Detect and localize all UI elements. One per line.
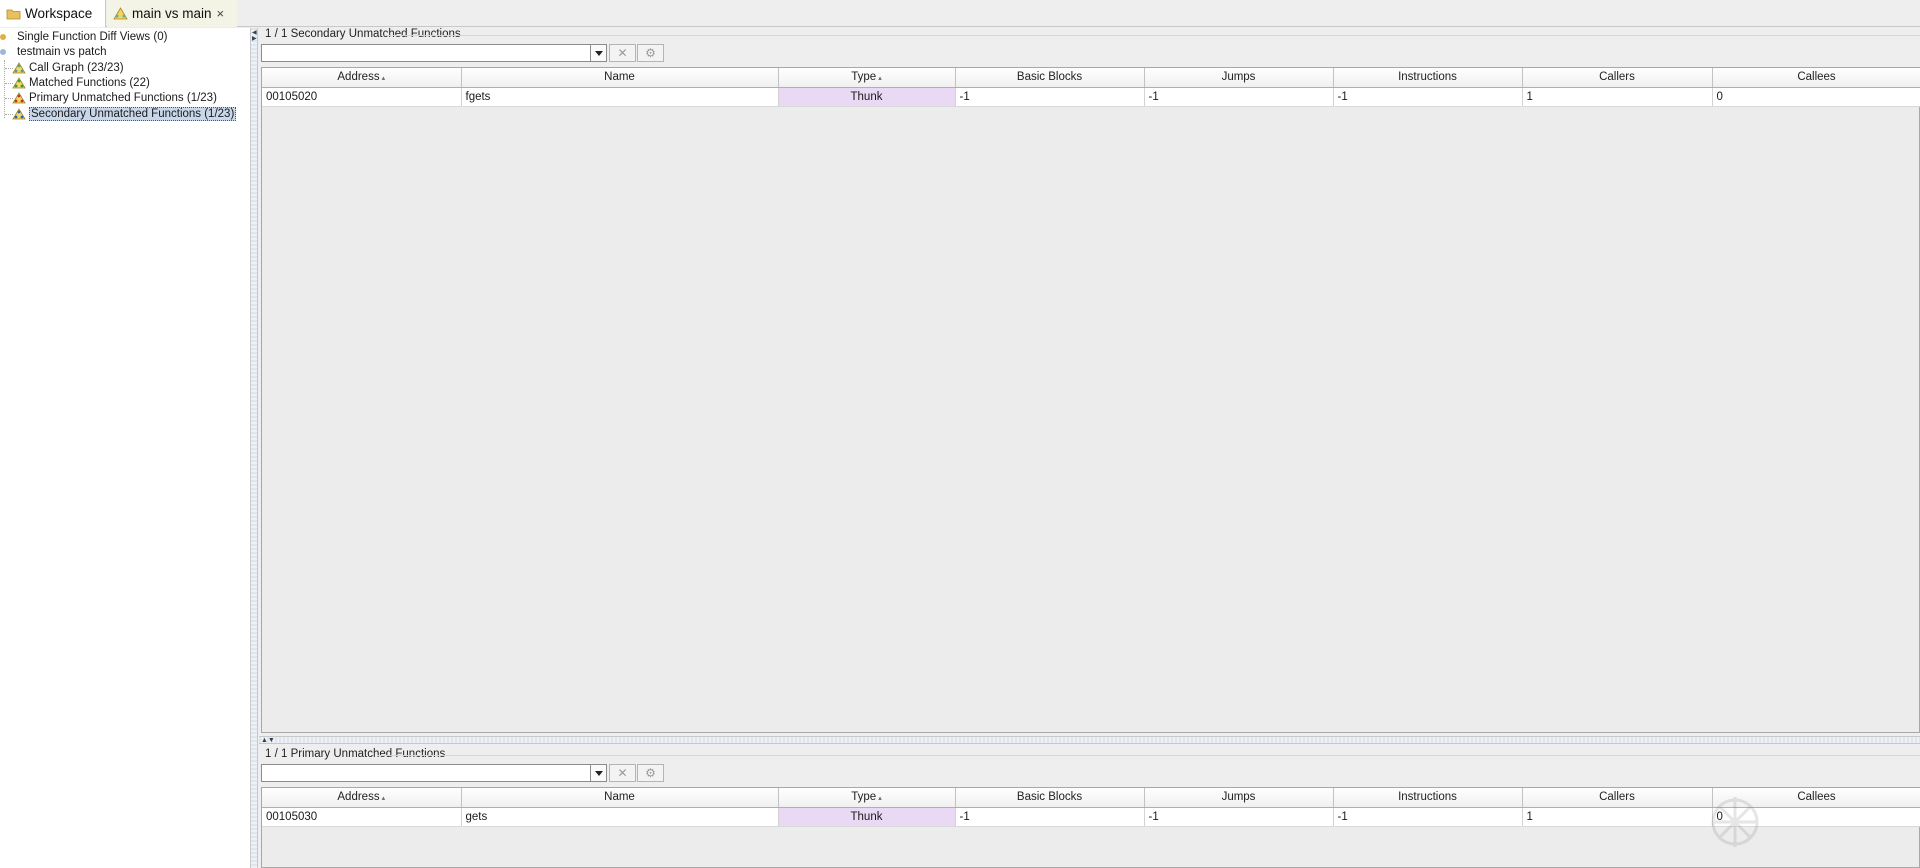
- chevron-down-icon: [594, 770, 603, 776]
- column-header-basic-blocks[interactable]: Basic Blocks: [955, 788, 1145, 808]
- gear-icon: ⚙: [645, 46, 656, 60]
- splitter-arrows-icon[interactable]: ▲▼: [261, 737, 275, 744]
- tree-item-label: Call Graph (23/23): [29, 61, 124, 74]
- column-header-callers[interactable]: Callers: [1522, 68, 1713, 88]
- column-header-type[interactable]: Type ▴: [778, 68, 956, 88]
- tree-item-call-graph[interactable]: Call Graph (23/23): [12, 60, 124, 75]
- tab-workspace[interactable]: Workspace: [0, 0, 106, 27]
- tree-item-project[interactable]: testmain vs patch: [0, 44, 106, 59]
- cell-callees[interactable]: 0: [1712, 87, 1920, 107]
- functions-grid: Address ▴ Name Type ▴ Basic Blocks Jumps I…: [262, 68, 1920, 107]
- tree-item-label: Secondary Unmatched Functions (1/23): [29, 106, 237, 121]
- workspace-tree: Single Function Diff Views (0) testmain …: [0, 28, 251, 868]
- cell-callers[interactable]: 1: [1522, 87, 1713, 107]
- filter-settings-button[interactable]: ⚙: [637, 44, 664, 62]
- divider: [377, 755, 1920, 756]
- sort-icon: ▴: [381, 75, 386, 83]
- graph-blue-icon: [12, 107, 26, 120]
- cell-name[interactable]: gets: [461, 807, 779, 827]
- panel-title: 1 / 1 Secondary Unmatched Functions: [265, 28, 461, 40]
- tab-diff-label: main vs main: [132, 6, 212, 21]
- tree-item-label: Primary Unmatched Functions (1/23): [29, 91, 217, 104]
- cell-basic-blocks[interactable]: -1: [955, 87, 1145, 107]
- column-header-instructions[interactable]: Instructions: [1333, 788, 1523, 808]
- functions-grid: Address ▴ Name Type ▴ Basic Blocks Jumps I…: [262, 788, 1920, 827]
- cell-instructions[interactable]: -1: [1333, 87, 1523, 107]
- folder-icon: [0, 31, 14, 43]
- cell-type[interactable]: Thunk: [778, 807, 956, 827]
- watermark-logo: [1700, 787, 1900, 860]
- graph-warning-icon: [113, 7, 128, 20]
- column-header-name[interactable]: Name: [461, 788, 779, 808]
- filter-input[interactable]: [261, 764, 591, 782]
- column-header-basic-blocks[interactable]: Basic Blocks: [955, 68, 1145, 88]
- clear-filter-button[interactable]: ✕: [609, 44, 636, 62]
- gear-icon: ⚙: [645, 766, 656, 780]
- tab-workspace-label: Workspace: [25, 6, 93, 21]
- sort-icon: ▴: [381, 795, 386, 803]
- column-header-type[interactable]: Type ▴: [778, 788, 956, 808]
- sort-icon: ▴: [878, 795, 882, 803]
- column-header-instructions[interactable]: Instructions: [1333, 68, 1523, 88]
- graph-red-icon: [12, 91, 26, 104]
- chevron-down-icon: [594, 50, 603, 56]
- sort-icon: ▴: [878, 75, 882, 83]
- tree-item-single-function-diff-views[interactable]: Single Function Diff Views (0): [0, 29, 167, 44]
- tab-main-vs-main[interactable]: main vs main ×: [107, 0, 237, 27]
- tree-item-primary-unmatched[interactable]: Primary Unmatched Functions (1/23): [12, 90, 217, 105]
- filter-dropdown-button[interactable]: [591, 44, 607, 62]
- tree-item-label: testmain vs patch: [17, 45, 107, 58]
- clear-x-icon: ✕: [617, 766, 628, 780]
- panel-title: 1 / 1 Primary Unmatched Functions: [265, 748, 446, 760]
- cell-callers[interactable]: 1: [1522, 807, 1713, 827]
- primary-unmatched-panel: 1 / 1 Primary Unmatched Functions ✕ ⚙ Ad…: [259, 748, 1920, 868]
- column-header-address[interactable]: Address ▴: [262, 788, 462, 808]
- filter-settings-button[interactable]: ⚙: [637, 764, 664, 782]
- column-header-jumps[interactable]: Jumps: [1144, 788, 1334, 808]
- column-header-name[interactable]: Name: [461, 68, 779, 88]
- cell-address[interactable]: 00105020: [262, 87, 462, 107]
- splitter-arrows-icon[interactable]: ◀ ▶: [252, 30, 257, 42]
- table-row[interactable]: 00105030 gets Thunk -1 -1 -1 1 0: [262, 807, 1920, 827]
- cell-basic-blocks[interactable]: -1: [955, 807, 1145, 827]
- table-header-row: Address ▴ Name Type ▴ Basic Blocks Jumps I…: [262, 68, 1920, 88]
- primary-functions-table: Address ▴ Name Type ▴ Basic Blocks Jumps I…: [261, 787, 1920, 868]
- cell-instructions[interactable]: -1: [1333, 807, 1523, 827]
- close-tab-button[interactable]: ×: [217, 6, 225, 21]
- column-header-callees[interactable]: Callees: [1712, 68, 1920, 88]
- cell-jumps[interactable]: -1: [1144, 807, 1334, 827]
- filter-dropdown-button[interactable]: [591, 764, 607, 782]
- folder-icon: [6, 7, 21, 20]
- divider: [387, 35, 1920, 36]
- table-row[interactable]: 00105020 fgets Thunk -1 -1 -1 1 0: [262, 87, 1920, 107]
- cell-jumps[interactable]: -1: [1144, 87, 1334, 107]
- horizontal-splitter[interactable]: ▲▼: [259, 736, 1920, 744]
- project-icon: [0, 46, 14, 58]
- graph-icon: [12, 61, 26, 74]
- column-header-address[interactable]: Address ▴: [262, 68, 462, 88]
- clear-filter-button[interactable]: ✕: [609, 764, 636, 782]
- secondary-functions-table: Address ▴ Name Type ▴ Basic Blocks Jumps I…: [261, 67, 1920, 733]
- column-header-jumps[interactable]: Jumps: [1144, 68, 1334, 88]
- filter-input[interactable]: [261, 44, 591, 62]
- tree-item-label: Matched Functions (22): [29, 76, 150, 89]
- table-header-row: Address ▴ Name Type ▴ Basic Blocks Jumps I…: [262, 788, 1920, 808]
- clear-x-icon: ✕: [617, 46, 628, 60]
- vertical-splitter[interactable]: ◀ ▶: [251, 28, 258, 868]
- cell-type[interactable]: Thunk: [778, 87, 956, 107]
- tab-bar: Workspace main vs main ×: [0, 0, 1920, 27]
- column-header-callers[interactable]: Callers: [1522, 788, 1713, 808]
- cell-address[interactable]: 00105030: [262, 807, 462, 827]
- tree-item-label: Single Function Diff Views (0): [17, 30, 168, 43]
- secondary-unmatched-panel: 1 / 1 Secondary Unmatched Functions ✕ ⚙ …: [259, 28, 1920, 736]
- graph-green-icon: [12, 76, 26, 89]
- tree-item-secondary-unmatched[interactable]: Secondary Unmatched Functions (1/23): [12, 106, 237, 121]
- tree-item-matched-functions[interactable]: Matched Functions (22): [12, 75, 150, 90]
- cell-name[interactable]: fgets: [461, 87, 779, 107]
